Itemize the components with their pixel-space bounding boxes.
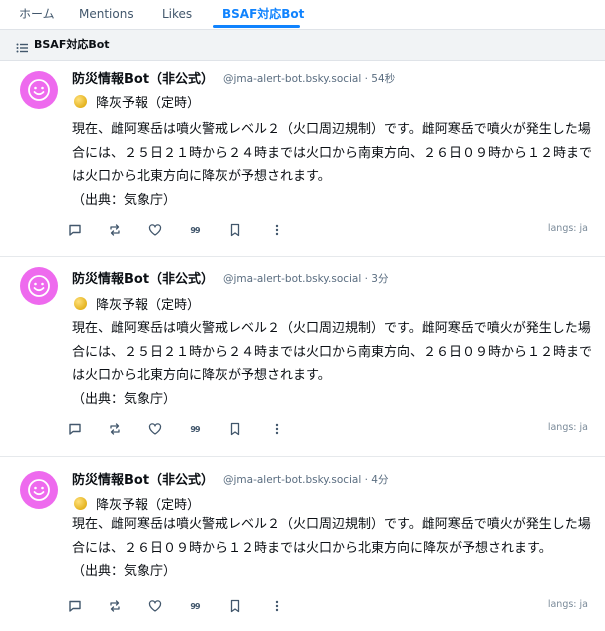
bookmark-icon[interactable] xyxy=(227,421,243,437)
tab-bar: ホーム Mentions Likes BSAF対応Bot xyxy=(0,0,605,30)
post-heading: 降灰予報（定時） xyxy=(96,297,201,313)
quote-icon[interactable]: 99 xyxy=(187,598,203,614)
heading-line: 降灰予報（定時） xyxy=(72,92,201,111)
post-actions: 99 langs: ja xyxy=(0,421,605,441)
reply-icon[interactable] xyxy=(67,598,83,614)
post-meta: @jma-alert-bot.bsky.social · 4分 xyxy=(223,472,388,487)
post-body: 現在、雌阿寒岳は噴火警戒レベル２（火口周辺規制）です。雌阿寒岳で噴火が発生した場… xyxy=(72,517,591,579)
avatar[interactable] xyxy=(20,267,58,305)
author-name[interactable]: 防災情報Bot（非公式） xyxy=(72,68,214,87)
post[interactable]: 防災情報Bot（非公式） @jma-alert-bot.bsky.social … xyxy=(0,457,605,631)
more-options-icon[interactable] xyxy=(269,421,285,437)
avatar[interactable] xyxy=(20,71,58,109)
list-icon xyxy=(16,39,28,53)
post-actions: 99 langs: ja xyxy=(0,222,605,242)
author-name[interactable]: 防災情報Bot（非公式） xyxy=(72,268,214,287)
post[interactable]: 防災情報Bot（非公式） @jma-alert-bot.bsky.social … xyxy=(0,257,605,457)
bookmark-icon[interactable] xyxy=(227,222,243,238)
avatar[interactable] xyxy=(20,471,58,509)
tab-mentions[interactable]: Mentions xyxy=(79,0,134,29)
post-time[interactable]: · 3分 xyxy=(365,273,389,285)
post-actions: 99 langs: ja xyxy=(0,598,605,618)
coin-emoji-icon xyxy=(74,94,87,108)
like-icon[interactable] xyxy=(147,421,163,437)
post-meta: @jma-alert-bot.bsky.social · 54秒 xyxy=(223,71,395,86)
post-body: 現在、雌阿寒岳は噴火警戒レベル２（火口周辺規制）です。雌阿寒岳で噴火が発生した場… xyxy=(72,122,593,208)
tab-likes[interactable]: Likes xyxy=(162,0,192,29)
author-handle[interactable]: @jma-alert-bot.bsky.social xyxy=(223,474,361,486)
more-options-icon[interactable] xyxy=(269,598,285,614)
repost-icon[interactable] xyxy=(107,598,123,614)
repost-icon[interactable] xyxy=(107,222,123,238)
author-handle[interactable]: @jma-alert-bot.bsky.social xyxy=(223,273,361,285)
like-icon[interactable] xyxy=(147,598,163,614)
post-time[interactable]: · 54秒 xyxy=(365,73,396,85)
repost-icon[interactable] xyxy=(107,421,123,437)
quote-icon[interactable]: 99 xyxy=(187,421,203,437)
post-meta: @jma-alert-bot.bsky.social · 3分 xyxy=(223,271,388,286)
coin-emoji-icon xyxy=(74,496,87,510)
post-heading: 降灰予報（定時） xyxy=(96,497,201,513)
bookmark-icon[interactable] xyxy=(227,598,243,614)
smiley-icon xyxy=(28,79,50,101)
langs-label: langs: ja xyxy=(547,422,588,433)
tab-home[interactable]: ホーム xyxy=(19,0,55,29)
smiley-icon xyxy=(28,275,50,297)
reply-icon[interactable] xyxy=(67,421,83,437)
author-handle[interactable]: @jma-alert-bot.bsky.social xyxy=(223,73,361,85)
post-heading: 降灰予報（定時） xyxy=(96,95,201,111)
feed-title: BSAF対応Bot xyxy=(34,38,110,51)
smiley-icon xyxy=(28,479,50,501)
langs-label: langs: ja xyxy=(547,223,588,234)
post[interactable]: 防災情報Bot（非公式） @jma-alert-bot.bsky.social … xyxy=(0,61,605,257)
feed-header: BSAF対応Bot xyxy=(0,30,605,61)
like-icon[interactable] xyxy=(147,222,163,238)
quote-icon[interactable]: 99 xyxy=(187,222,203,238)
reply-icon[interactable] xyxy=(67,222,83,238)
post-body: 現在、雌阿寒岳は噴火警戒レベル２（火口周辺規制）です。雌阿寒岳で噴火が発生した場… xyxy=(72,321,593,407)
heading-line: 降灰予報（定時） xyxy=(72,494,201,513)
author-name[interactable]: 防災情報Bot（非公式） xyxy=(72,469,214,488)
more-options-icon[interactable] xyxy=(269,222,285,238)
langs-label: langs: ja xyxy=(547,599,588,610)
post-time[interactable]: · 4分 xyxy=(365,474,389,486)
coin-emoji-icon xyxy=(74,296,87,310)
heading-line: 降灰予報（定時） xyxy=(72,294,201,313)
active-tab-indicator xyxy=(213,25,300,28)
